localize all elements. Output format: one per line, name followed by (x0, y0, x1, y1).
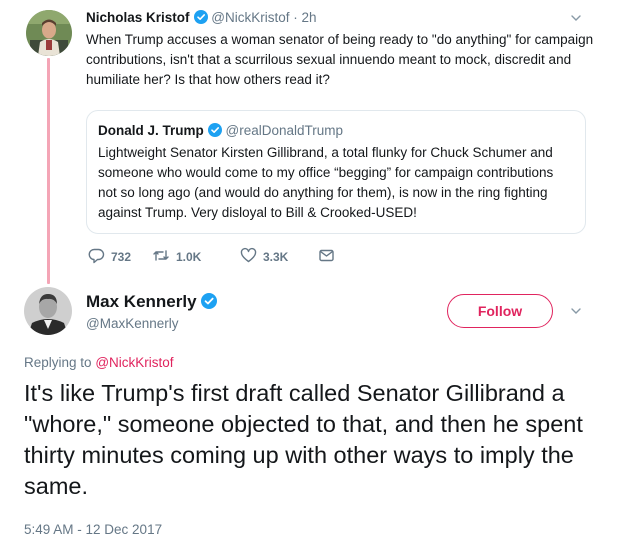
reply-icon (88, 247, 111, 267)
chevron-down-icon[interactable] (570, 11, 582, 29)
tweet-time[interactable]: 2h (302, 10, 317, 25)
heart-icon (240, 247, 263, 267)
avatar[interactable] (26, 10, 72, 56)
author-name[interactable]: Max Kennerly (86, 292, 197, 311)
tweet-timestamp[interactable]: 5:49 AM - 12 Dec 2017 (24, 522, 162, 537)
replying-to-link[interactable]: @NickKristof (95, 355, 173, 370)
author-name[interactable]: Nicholas Kristof (86, 10, 190, 25)
reply-author-name: Max Kennerly (86, 292, 217, 314)
reply-tweet-text: It's like Trump's first draft called Sen… (24, 380, 583, 499)
chevron-down-icon[interactable] (570, 304, 582, 322)
replying-to-prefix: Replying to (24, 355, 92, 370)
quoted-tweet-text: Lightweight Senator Kirsten Gillibrand, … (98, 145, 554, 220)
avatar[interactable] (24, 287, 72, 335)
like-count: 3.3K (263, 250, 289, 264)
replying-to-line: Replying to @NickKristof (24, 355, 174, 370)
retweet-count: 1.0K (176, 250, 202, 264)
follow-button[interactable]: Follow (447, 294, 553, 328)
original-tweet-header: Nicholas Kristof @NickKristof · 2h (86, 10, 317, 27)
verified-badge-icon (207, 123, 222, 140)
author-handle[interactable]: @NickKristof (211, 10, 289, 25)
verified-badge-icon (200, 293, 217, 314)
quoted-tweet-card[interactable]: Donald J. Trump @realDonaldTrump Lightwe… (86, 110, 586, 234)
author-handle[interactable]: @MaxKennerly (86, 316, 179, 331)
quoted-author-name: Donald J. Trump (98, 123, 204, 138)
retweet-button[interactable]: 1.0K (152, 247, 240, 267)
direct-message-button[interactable] (318, 247, 341, 267)
separator-dot: · (293, 10, 298, 25)
quoted-tweet-header: Donald J. Trump @realDonaldTrump (98, 123, 343, 140)
reply-button[interactable]: 732 (88, 247, 152, 267)
tweet-actions: 732 1.0K 3.3K (88, 246, 341, 268)
verified-badge-icon (193, 10, 208, 27)
like-button[interactable]: 3.3K (240, 247, 318, 267)
thread-connector-line (47, 58, 50, 284)
tweet-text: When Trump accuses a woman senator of be… (86, 32, 594, 87)
envelope-icon (318, 247, 341, 267)
retweet-icon (152, 247, 176, 267)
quoted-author-handle: @realDonaldTrump (225, 123, 344, 138)
reply-count: 732 (111, 250, 132, 264)
